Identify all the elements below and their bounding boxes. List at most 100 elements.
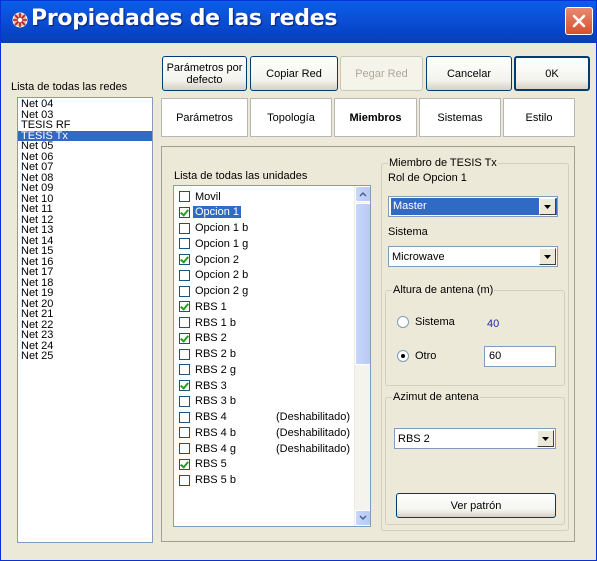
networks-list[interactable]: Net 04 Net 03 TESIS RF TESIS Tx Net 05 Net 06… [17, 97, 153, 543]
unit-checkbox[interactable] [179, 206, 190, 218]
unit-list-item[interactable]: RBS 3 [179, 378, 359, 393]
unit-disabled-note: (Deshabilitado) [276, 411, 350, 423]
unit-list-item[interactable]: RBS 2 g [179, 362, 359, 377]
scroll-down-button[interactable] [355, 510, 370, 526]
unit-list-item[interactable]: RBS 5 b [179, 473, 359, 488]
network-list-item[interactable]: Net 11 [18, 204, 152, 215]
role-select[interactable]: Master [388, 196, 558, 217]
azimuth-select[interactable]: RBS 2 [394, 428, 556, 449]
unit-label: RBS 2 b [195, 348, 236, 360]
azimuth-title: Azimut de antena [392, 391, 480, 403]
default-parameters-button[interactable]: Parámetros por defecto [162, 56, 247, 91]
unit-checkbox[interactable] [179, 285, 190, 297]
members-panel: Lista de todas las unidades Movil Opcion … [161, 146, 575, 542]
network-list-item[interactable]: TESIS RF [18, 120, 152, 131]
network-list-item[interactable]: Net 23 [18, 330, 152, 341]
tab-parametros[interactable]: Parámetros [161, 98, 248, 137]
azimuth-value: RBS 2 [398, 432, 430, 445]
ok-button[interactable]: 0K [514, 56, 590, 91]
view-pattern-button[interactable]: Ver patrón [396, 493, 556, 518]
copy-network-button[interactable]: Copiar Red [250, 56, 338, 91]
role-label: Rol de Opcion 1 [388, 172, 467, 184]
unit-list-item[interactable]: Opcion 2 [179, 252, 359, 267]
title-bar[interactable]: Propiedades de las redes [1, 1, 596, 43]
unit-list-item[interactable]: RBS 4 (Deshabilitado) [179, 410, 359, 425]
unit-checkbox[interactable] [179, 317, 190, 328]
unit-label: RBS 5 b [195, 474, 236, 486]
units-scrollbar[interactable] [354, 186, 370, 526]
network-list-item[interactable]: Net 05 [18, 141, 152, 152]
unit-checkbox[interactable] [179, 443, 190, 454]
tab-miembros[interactable]: Miembros [334, 98, 417, 137]
unit-checkbox[interactable] [179, 380, 190, 391]
azimuth-dropdown-button[interactable] [537, 430, 554, 447]
dropdown-arrow-icon [544, 254, 551, 259]
network-list-item[interactable]: Net 25 [18, 351, 152, 362]
network-list-item[interactable]: Net 09 [18, 183, 152, 194]
network-list-item[interactable]: Net 21 [18, 309, 152, 320]
tab-estilo[interactable]: Estilo [503, 98, 575, 137]
unit-checkbox[interactable] [179, 411, 190, 423]
radio-other-label: Otro [415, 350, 437, 362]
network-list-item[interactable]: Net 15 [18, 246, 152, 257]
properties-window: Propiedades de las redes Lista de todas … [0, 0, 597, 561]
unit-checkbox[interactable] [179, 254, 190, 265]
other-height-input[interactable]: 60 [484, 346, 556, 367]
tab-topologia[interactable]: Topología [250, 98, 332, 137]
unit-checkbox[interactable] [179, 348, 190, 360]
unit-list-item[interactable]: Opcion 2 g [179, 284, 359, 299]
unit-list-item[interactable]: RBS 2 [179, 331, 359, 346]
unit-list-item[interactable]: Opcion 2 b [179, 268, 359, 283]
unit-disabled-note: (Deshabilitado) [276, 426, 350, 439]
radio-other[interactable] [397, 350, 409, 362]
unit-checkbox[interactable] [179, 474, 190, 486]
unit-checkbox[interactable] [179, 364, 190, 376]
scroll-thumb[interactable] [355, 203, 370, 365]
unit-checkbox[interactable] [179, 395, 190, 407]
unit-list-item[interactable]: RBS 4 g (Deshabilitado) [179, 441, 359, 456]
unit-label: RBS 4 b [195, 426, 236, 439]
radio-system-option[interactable]: Sistema [397, 316, 455, 328]
system-label: Sistema [388, 226, 428, 238]
tab-sistemas[interactable]: Sistemas [419, 98, 501, 137]
unit-list-item[interactable]: RBS 1 b [179, 315, 359, 330]
network-list-item[interactable]: Net 19 [18, 288, 152, 299]
unit-list-item[interactable]: RBS 4 b (Deshabilitado) [179, 425, 359, 440]
unit-list-item[interactable]: RBS 5 [179, 457, 359, 472]
unit-checkbox[interactable] [179, 427, 190, 439]
unit-checkbox[interactable] [179, 269, 190, 281]
scroll-up-button[interactable] [355, 186, 370, 202]
radio-system[interactable] [397, 316, 409, 328]
unit-list-item[interactable]: Opcion 1 b [179, 221, 359, 236]
unit-checkbox[interactable] [179, 332, 190, 344]
radio-other-option[interactable]: Otro [397, 350, 436, 362]
network-list-item[interactable]: Net 17 [18, 267, 152, 278]
azimuth-group: Azimut de antena RBS 2 Ver patrón [385, 391, 565, 525]
unit-list-item[interactable]: Opcion 1 [179, 205, 359, 220]
unit-label: RBS 2 [195, 332, 227, 345]
close-button[interactable] [565, 7, 593, 35]
unit-checkbox[interactable] [179, 301, 190, 313]
system-dropdown-button[interactable] [539, 248, 556, 265]
unit-checkbox[interactable] [179, 458, 190, 470]
unit-list-item[interactable]: Opcion 1 g [179, 236, 359, 251]
network-list-item[interactable]: Net 13 [18, 225, 152, 236]
unit-list-item[interactable]: RBS 1 [179, 299, 359, 314]
unit-checkbox[interactable] [179, 191, 190, 202]
network-list-item[interactable]: Net 07 [18, 162, 152, 173]
unit-disabled-note: (Deshabilitado) [276, 442, 350, 455]
cancel-button[interactable]: Cancelar [426, 56, 512, 91]
unit-checkbox[interactable] [179, 222, 190, 234]
unit-list-item[interactable]: RBS 2 b [179, 347, 359, 362]
dropdown-arrow-icon [542, 436, 549, 441]
system-select[interactable]: Microwave [388, 246, 558, 267]
unit-list-item[interactable]: RBS 3 b [179, 394, 359, 409]
unit-checkbox[interactable] [179, 238, 190, 250]
networks-list-label: Lista de todas las redes [11, 81, 128, 93]
network-list-item[interactable]: Net 04 [18, 99, 152, 110]
role-dropdown-button[interactable] [539, 198, 556, 215]
unit-label: RBS 5 [195, 458, 227, 471]
units-list[interactable]: Movil Opcion 1 Opcion 1 b Opcion 1 g Opcion … [173, 185, 371, 527]
unit-list-item[interactable]: Movil [179, 189, 359, 204]
paste-network-button[interactable]: Pegar Red [340, 56, 423, 91]
